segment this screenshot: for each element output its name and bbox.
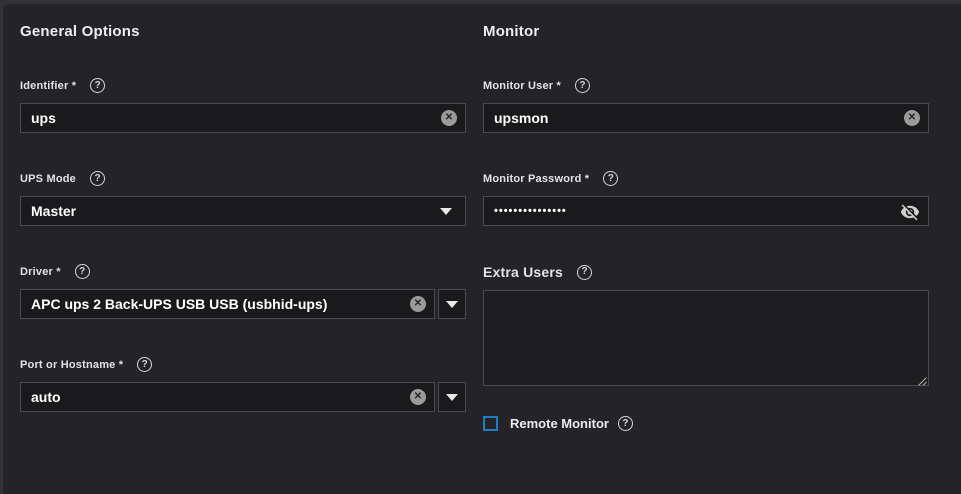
- clear-icon[interactable]: ✕: [904, 110, 920, 126]
- monitor-user-label: Monitor User *: [483, 80, 561, 92]
- monitor-password-field: Monitor Password * ?: [483, 171, 929, 226]
- remote-monitor-label: Remote Monitor: [510, 416, 609, 431]
- clear-icon[interactable]: ✕: [410, 296, 426, 312]
- chevron-down-icon: [440, 208, 452, 215]
- monitor-section: Monitor Monitor User * ? ✕ Monitor Passw…: [483, 4, 929, 431]
- extra-users-textarea-wrap: [483, 290, 929, 386]
- ups-mode-label: UPS Mode: [20, 173, 76, 185]
- monitor-password-input[interactable]: [484, 197, 928, 225]
- driver-field: Driver * ? ✕: [20, 264, 466, 319]
- identifier-input-wrap: ✕: [20, 103, 466, 133]
- settings-card: General Options Identifier * ? ✕ UPS Mod…: [3, 4, 961, 494]
- driver-input-wrap: ✕: [20, 289, 435, 319]
- chevron-down-icon: [446, 301, 458, 308]
- visibility-off-icon[interactable]: [899, 201, 921, 223]
- clear-icon[interactable]: ✕: [441, 110, 457, 126]
- monitor-password-label: Monitor Password *: [483, 173, 589, 185]
- identifier-field: Identifier * ? ✕: [20, 78, 466, 133]
- monitor-password-input-wrap: [483, 196, 929, 226]
- remote-monitor-checkbox[interactable]: [483, 416, 498, 431]
- port-input-wrap: ✕: [20, 382, 435, 412]
- general-options-title: General Options: [20, 23, 466, 40]
- ups-mode-field: UPS Mode ? Master: [20, 171, 466, 226]
- form-columns: General Options Identifier * ? ✕ UPS Mod…: [3, 4, 961, 431]
- extra-users-label: Extra Users: [483, 264, 563, 280]
- monitor-user-field: Monitor User * ? ✕: [483, 78, 929, 133]
- help-icon[interactable]: ?: [618, 416, 633, 431]
- help-icon[interactable]: ?: [75, 264, 90, 279]
- identifier-input[interactable]: [21, 104, 465, 132]
- help-icon[interactable]: ?: [90, 171, 105, 186]
- chevron-down-icon: [446, 394, 458, 401]
- remote-monitor-row: Remote Monitor ?: [483, 416, 929, 431]
- help-icon[interactable]: ?: [575, 78, 590, 93]
- ups-mode-select[interactable]: Master: [20, 196, 466, 226]
- resize-grip-icon[interactable]: [916, 373, 927, 384]
- port-label: Port or Hostname *: [20, 359, 123, 371]
- ups-mode-value: Master: [31, 203, 76, 219]
- clear-icon[interactable]: ✕: [410, 389, 426, 405]
- help-icon[interactable]: ?: [90, 78, 105, 93]
- extra-users-field: Extra Users ?: [483, 264, 929, 386]
- help-icon[interactable]: ?: [137, 357, 152, 372]
- help-icon[interactable]: ?: [603, 171, 618, 186]
- monitor-title: Monitor: [483, 23, 929, 40]
- help-icon[interactable]: ?: [577, 265, 592, 280]
- identifier-label: Identifier *: [20, 80, 76, 92]
- monitor-user-input[interactable]: [484, 104, 928, 132]
- driver-label: Driver *: [20, 266, 61, 278]
- general-options-section: General Options Identifier * ? ✕ UPS Mod…: [20, 4, 466, 431]
- port-input[interactable]: [21, 383, 434, 411]
- port-field: Port or Hostname * ? ✕: [20, 357, 466, 412]
- monitor-user-input-wrap: ✕: [483, 103, 929, 133]
- extra-users-textarea[interactable]: [484, 291, 928, 385]
- driver-dropdown-button[interactable]: [438, 289, 466, 319]
- driver-input[interactable]: [21, 290, 434, 318]
- port-dropdown-button[interactable]: [438, 382, 466, 412]
